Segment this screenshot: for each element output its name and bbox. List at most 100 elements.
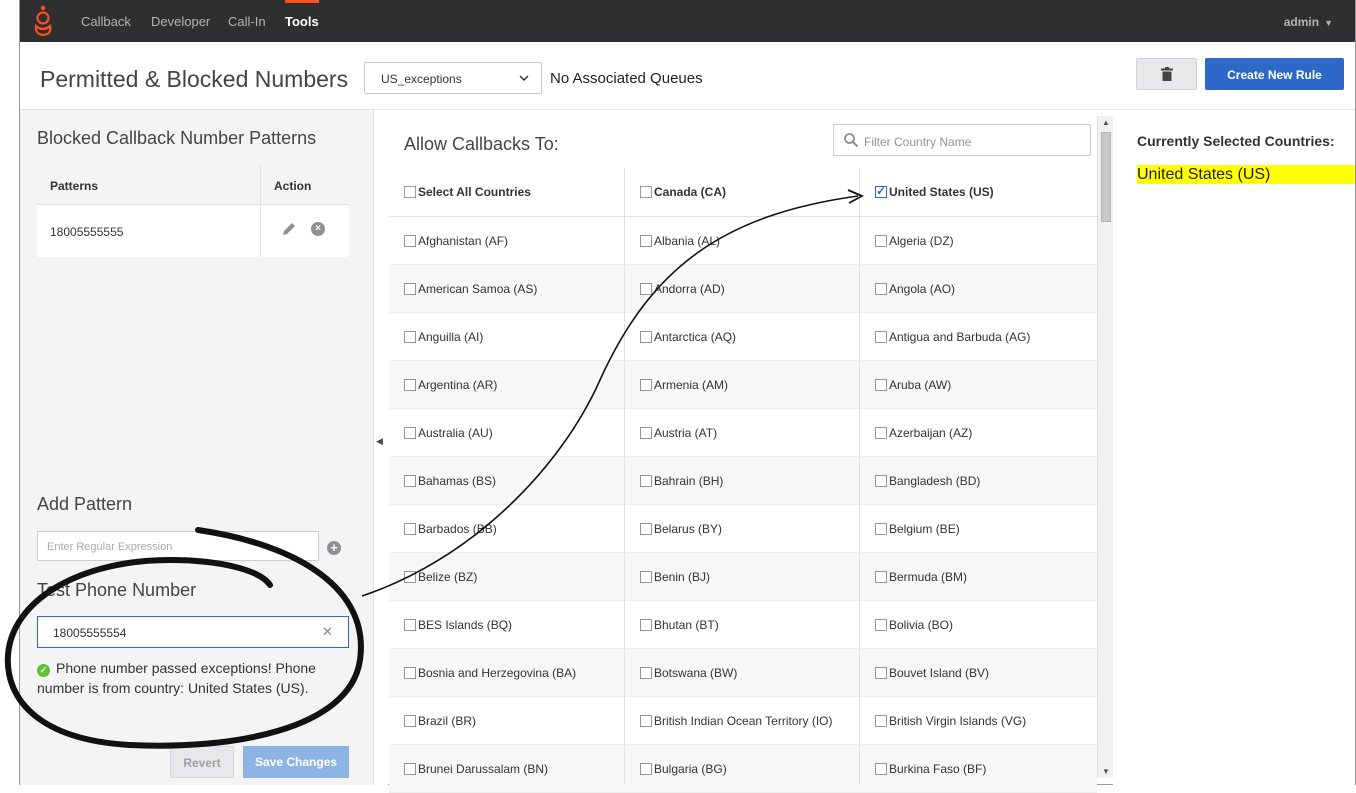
- country-checkbox[interactable]: Algeria (DZ): [875, 217, 954, 265]
- country-checkbox[interactable]: Argentina (AR): [404, 361, 497, 409]
- checkbox[interactable]: [875, 523, 887, 535]
- country-checkbox[interactable]: Bolivia (BO): [875, 601, 953, 649]
- checkbox[interactable]: [640, 475, 652, 487]
- scrollbar-thumb[interactable]: [1101, 132, 1111, 222]
- select-all-checkbox[interactable]: Select All Countries: [404, 168, 531, 216]
- pattern-input[interactable]: Enter Regular Expression: [37, 531, 319, 561]
- checkbox[interactable]: [404, 667, 416, 679]
- checkbox[interactable]: [404, 427, 416, 439]
- checkbox[interactable]: [875, 571, 887, 583]
- checkbox[interactable]: [640, 571, 652, 583]
- checkbox[interactable]: [404, 331, 416, 343]
- checkbox[interactable]: [404, 235, 416, 247]
- create-new-rule-button[interactable]: Create New Rule: [1205, 58, 1344, 90]
- country-checkbox[interactable]: Bulgaria (BG): [640, 745, 727, 793]
- country-checkbox[interactable]: BES Islands (BQ): [404, 601, 512, 649]
- checkbox[interactable]: [875, 715, 887, 727]
- country-checkbox-us[interactable]: United States (US): [875, 168, 994, 216]
- checkbox[interactable]: [875, 667, 887, 679]
- rule-select[interactable]: US_exceptions: [364, 62, 542, 94]
- checkbox[interactable]: [640, 186, 652, 198]
- checkbox[interactable]: [640, 379, 652, 391]
- save-changes-button[interactable]: Save Changes: [243, 746, 349, 778]
- test-number-input[interactable]: 18005555554: [37, 616, 349, 648]
- checkbox[interactable]: [875, 331, 887, 343]
- country-checkbox[interactable]: Bouvet Island (BV): [875, 649, 989, 697]
- collapse-left-icon[interactable]: ◀: [376, 436, 383, 447]
- checkbox[interactable]: [875, 283, 887, 295]
- checkbox[interactable]: [640, 235, 652, 247]
- country-checkbox[interactable]: Belize (BZ): [404, 553, 477, 601]
- country-checkbox[interactable]: Bhutan (BT): [640, 601, 719, 649]
- checkbox[interactable]: [640, 667, 652, 679]
- checkbox[interactable]: [404, 715, 416, 727]
- checkbox[interactable]: [404, 571, 416, 583]
- country-checkbox[interactable]: Bahrain (BH): [640, 457, 723, 505]
- checkbox[interactable]: [404, 619, 416, 631]
- pencil-icon[interactable]: [281, 221, 297, 237]
- checkbox[interactable]: [640, 283, 652, 295]
- checkbox[interactable]: [640, 619, 652, 631]
- country-checkbox[interactable]: Belarus (BY): [640, 505, 722, 553]
- nav-developer[interactable]: Developer: [151, 14, 210, 29]
- genesys-logo-icon[interactable]: [32, 4, 54, 38]
- checkbox[interactable]: [875, 763, 887, 775]
- country-checkbox[interactable]: American Samoa (AS): [404, 265, 537, 313]
- country-checkbox[interactable]: Bosnia and Herzegovina (BA): [404, 649, 576, 697]
- country-checkbox[interactable]: Antigua and Barbuda (AG): [875, 313, 1030, 361]
- clear-icon[interactable]: ✕: [322, 624, 333, 640]
- revert-button[interactable]: Revert: [170, 746, 234, 778]
- scrollbar[interactable]: ▲ ▼: [1097, 116, 1113, 778]
- country-checkbox[interactable]: Australia (AU): [404, 409, 493, 457]
- country-checkbox[interactable]: Burkina Faso (BF): [875, 745, 986, 793]
- country-checkbox[interactable]: Austria (AT): [640, 409, 717, 457]
- country-checkbox[interactable]: Azerbaijan (AZ): [875, 409, 972, 457]
- country-checkbox[interactable]: Bermuda (BM): [875, 553, 967, 601]
- scroll-up-icon[interactable]: ▲: [1102, 118, 1110, 127]
- country-checkbox[interactable]: Armenia (AM): [640, 361, 728, 409]
- country-checkbox-ca[interactable]: Canada (CA): [640, 168, 726, 216]
- country-checkbox[interactable]: Barbados (BB): [404, 505, 497, 553]
- country-checkbox[interactable]: Afghanistan (AF): [404, 217, 508, 265]
- remove-circle-icon[interactable]: ×: [311, 222, 325, 236]
- checkbox[interactable]: [404, 763, 416, 775]
- checkbox[interactable]: [404, 186, 416, 198]
- checkbox[interactable]: [640, 523, 652, 535]
- checkbox[interactable]: [640, 427, 652, 439]
- country-checkbox[interactable]: Botswana (BW): [640, 649, 737, 697]
- country-checkbox[interactable]: British Virgin Islands (VG): [875, 697, 1026, 745]
- country-checkbox[interactable]: Aruba (AW): [875, 361, 951, 409]
- checkbox[interactable]: [875, 619, 887, 631]
- nav-tools[interactable]: Tools: [285, 0, 319, 29]
- checkbox-checked[interactable]: [875, 184, 887, 198]
- checkbox[interactable]: [640, 715, 652, 727]
- country-checkbox[interactable]: Bangladesh (BD): [875, 457, 980, 505]
- checkbox[interactable]: [875, 235, 887, 247]
- country-checkbox[interactable]: Brunei Darussalam (BN): [404, 745, 548, 793]
- filter-country-input[interactable]: Filter Country Name: [833, 124, 1091, 156]
- checkbox[interactable]: [640, 331, 652, 343]
- checkbox[interactable]: [404, 523, 416, 535]
- country-checkbox[interactable]: British Indian Ocean Territory (IO): [640, 697, 833, 745]
- panel-divider[interactable]: [373, 110, 388, 785]
- checkbox[interactable]: [404, 475, 416, 487]
- country-checkbox[interactable]: Bahamas (BS): [404, 457, 496, 505]
- checkbox[interactable]: [875, 427, 887, 439]
- country-checkbox[interactable]: Anguilla (AI): [404, 313, 483, 361]
- country-checkbox[interactable]: Angola (AO): [875, 265, 955, 313]
- scroll-down-icon[interactable]: ▼: [1102, 767, 1110, 776]
- country-checkbox[interactable]: Benin (BJ): [640, 553, 710, 601]
- checkbox[interactable]: [640, 763, 652, 775]
- checkbox[interactable]: [875, 475, 887, 487]
- country-checkbox[interactable]: Brazil (BR): [404, 697, 476, 745]
- add-circle-icon[interactable]: +: [327, 541, 341, 555]
- nav-call-in[interactable]: Call-In: [228, 14, 266, 29]
- user-menu[interactable]: admin ▼: [1284, 15, 1333, 29]
- country-checkbox[interactable]: Albania (AL): [640, 217, 720, 265]
- country-checkbox[interactable]: Andorra (AD): [640, 265, 725, 313]
- country-checkbox[interactable]: Belgium (BE): [875, 505, 960, 553]
- checkbox[interactable]: [875, 379, 887, 391]
- country-checkbox[interactable]: Antarctica (AQ): [640, 313, 736, 361]
- delete-rule-button[interactable]: [1136, 58, 1197, 90]
- nav-callback[interactable]: Callback: [81, 14, 131, 29]
